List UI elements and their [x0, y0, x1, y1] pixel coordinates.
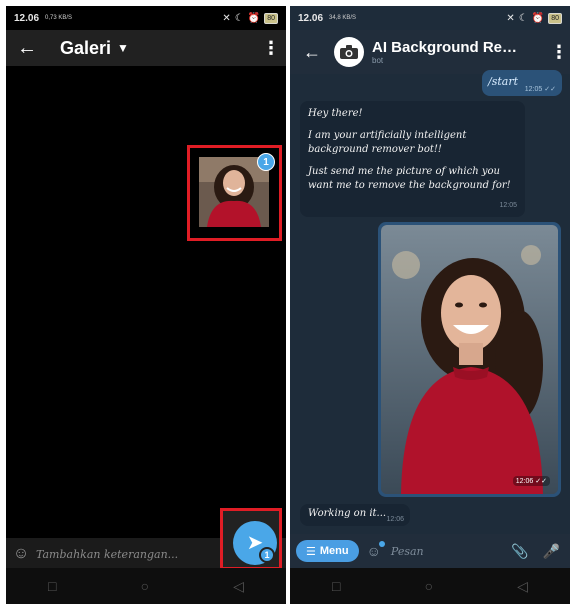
mute-icon: ✕	[506, 12, 515, 24]
message-line: Just send me the picture of which you wa…	[308, 166, 511, 191]
menu-label: Menu	[319, 545, 349, 557]
moon-icon: ☾	[518, 12, 528, 24]
message-line: I am your artificially intelligent backg…	[308, 130, 467, 155]
message-time: 12:05 ✓✓	[524, 86, 556, 93]
battery-icon: 80	[548, 12, 562, 24]
photo-image[interactable]: 12:06 ✓✓	[381, 225, 558, 494]
recents-icon[interactable]: □	[48, 578, 56, 594]
system-nav-bar: □ ○ ◁	[290, 568, 570, 604]
system-nav-bar: □ ○ ◁	[6, 568, 286, 604]
back-nav-icon[interactable]: ◁	[233, 578, 244, 595]
camera-icon	[340, 45, 358, 59]
alarm-icon: ⏰	[531, 12, 545, 24]
notification-dot	[378, 541, 385, 547]
arrow-left-icon[interactable]: ←	[6, 37, 48, 60]
home-icon[interactable]: ○	[425, 578, 433, 594]
emoji-icon[interactable]: ☺	[6, 545, 36, 563]
message-time: 12:05	[499, 202, 517, 209]
send-button-highlight: ➤ 1	[220, 508, 282, 570]
status-net-speed: 0,73 KB/S	[45, 15, 73, 21]
alarm-icon: ⏰	[247, 12, 261, 24]
status-time: 12.06	[298, 12, 324, 24]
send-count-badge: 1	[259, 547, 275, 563]
selection-count-badge[interactable]: 1	[257, 153, 275, 171]
attach-icon[interactable]: 📎	[511, 543, 528, 560]
home-icon[interactable]: ○	[141, 578, 149, 594]
recents-icon[interactable]: □	[332, 578, 340, 594]
hamburger-icon: ☰	[306, 545, 316, 558]
chat-subtitle: bot	[372, 56, 384, 65]
sticker-icon[interactable]: ☺	[367, 541, 385, 559]
chevron-down-icon[interactable]: ▼	[117, 41, 129, 55]
woman-photo-image	[381, 225, 558, 494]
status-icons: ✕ ☾ ⏰ 80	[506, 12, 562, 24]
chat-screen: 12.06 34,8 KB/S ✕ ☾ ⏰ 80 ← AI Background…	[290, 6, 570, 604]
moon-icon: ☾	[234, 12, 244, 24]
arrow-left-icon[interactable]: ←	[290, 42, 334, 63]
gallery-title[interactable]: Galeri	[60, 38, 111, 59]
message-time: 12:06	[386, 516, 404, 523]
message-input[interactable]: Pesan	[391, 545, 424, 558]
battery-icon: 80	[264, 12, 278, 24]
status-icons: ✕ ☾ ⏰ 80	[222, 12, 278, 24]
photo-time: 12:06 ✓✓	[512, 476, 550, 486]
back-nav-icon[interactable]: ◁	[517, 578, 528, 595]
chat-title-block[interactable]: AI Background Remover bot	[372, 39, 522, 65]
status-net-speed: 34,8 KB/S	[329, 15, 357, 21]
status-bar: 12.06 34,8 KB/S ✕ ☾ ⏰ 80	[290, 6, 570, 30]
bot-avatar[interactable]	[334, 37, 364, 67]
message-text: Working on it...	[308, 508, 387, 519]
gallery-screen: 12.06 0,73 KB/S ✕ ☾ ⏰ 80 ← Galeri ▼ ⋮ 1	[6, 6, 286, 604]
chat-header: ← AI Background Remover bot ⋮	[290, 30, 570, 74]
outgoing-photo-message[interactable]: 12:06 ✓✓	[378, 222, 561, 497]
message-line: Hey there!	[308, 108, 363, 119]
mute-icon: ✕	[222, 12, 231, 24]
status-bar: 12.06 0,73 KB/S ✕ ☾ ⏰ 80	[6, 6, 286, 30]
selected-photo-highlight: 1	[187, 145, 282, 241]
more-vert-icon[interactable]: ⋮	[256, 38, 286, 59]
caption-input[interactable]: Tambahkan keterangan...	[36, 548, 178, 561]
status-time: 12.06	[14, 12, 40, 24]
message-text: /start	[488, 75, 519, 88]
incoming-message-working[interactable]: Working on it... 12:06	[300, 504, 410, 526]
more-vert-icon[interactable]: ⋮	[548, 42, 570, 63]
menu-button[interactable]: ☰ Menu	[296, 540, 359, 562]
microphone-icon[interactable]: 🎤	[543, 543, 560, 560]
incoming-message-intro[interactable]: Hey there! I am your artificially intell…	[300, 101, 525, 217]
gallery-header: ← Galeri ▼ ⋮	[6, 30, 286, 66]
outgoing-message-start[interactable]: /start 12:05 ✓✓	[482, 70, 562, 96]
chat-title: AI Background Remover	[372, 39, 522, 56]
message-input-bar: ☰ Menu ☺ Pesan 📎 🎤	[290, 534, 570, 568]
